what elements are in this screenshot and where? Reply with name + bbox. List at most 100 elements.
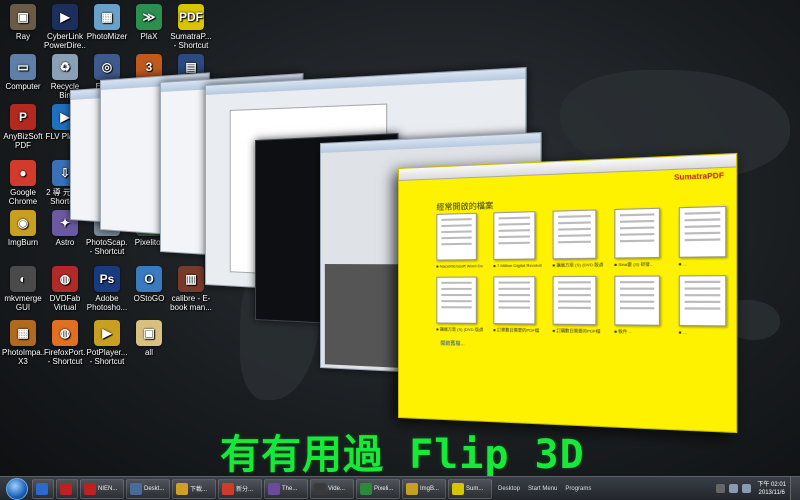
notification-area: 下午 02:01 2013/11/6 — [714, 477, 800, 500]
desktop-icon[interactable]: ◉ ImgBurn — [2, 210, 44, 247]
desktop-icon-label: PhotoMizer — [86, 32, 128, 41]
taskbar-toolbar-desktop[interactable]: Desktop — [498, 486, 520, 492]
desktop-icon-label: PlaX — [128, 32, 170, 41]
recent-file-caption[interactable]: ■ ... — [679, 329, 734, 335]
app-icon: ▶ — [52, 4, 78, 30]
recent-file-thumbnail[interactable] — [553, 276, 597, 325]
app-icon: ♻ — [52, 54, 78, 80]
recent-file-caption[interactable]: ■ 擴展方案 (S) (DVD 版)閱讀 — [436, 326, 483, 333]
taskbar-app-icon — [60, 483, 72, 495]
desktop-icon[interactable]: ● Google Chrome — [2, 160, 44, 206]
recent-file-thumbnail[interactable] — [436, 213, 476, 261]
recent-file-caption[interactable]: ■ 7 Million Digital Revolutions of Wi — [493, 263, 542, 269]
taskbar-button-label: ImgB... — [420, 486, 439, 492]
recent-file-caption[interactable]: ■ NaceMicrosoft Word Documen — [436, 263, 483, 269]
taskbar-button[interactable]: The... — [264, 479, 308, 499]
desktop-icon[interactable]: ≫ PlaX — [128, 4, 170, 41]
sumatra-open-file-link[interactable]: 開啟舊檔... — [440, 340, 464, 348]
desktop-icon-label: CyberLink PowerDire... — [44, 32, 86, 50]
recent-file-thumbnail[interactable] — [614, 208, 660, 259]
taskbar-button[interactable]: NIEN... — [80, 479, 124, 499]
taskbar-button[interactable]: Pixeli... — [356, 479, 400, 499]
recent-file-thumbnail[interactable] — [679, 275, 727, 326]
tray-volume-icon[interactable] — [742, 484, 751, 493]
app-icon: ◎ — [94, 54, 120, 80]
tray-network-icon[interactable] — [729, 484, 738, 493]
taskbar-button[interactable]: 下載... — [172, 479, 216, 499]
window-sumatra-pdf[interactable]: SumatraPDF 經常開啟的檔案 ■ NaceMicrosoft Word … — [398, 153, 737, 433]
recent-file-caption[interactable]: ■ 軟件 ... — [614, 329, 667, 336]
overlay-caption: 有有用過 Flip 3D — [220, 422, 585, 480]
desktop-icon[interactable]: ▦ PhotoImpa... X3 — [2, 320, 44, 366]
taskbar-app-icon — [84, 483, 96, 495]
taskbar-buttons: NIEN... Deskt... 下載... 新分... The... Vide... Pi… — [32, 479, 494, 499]
recent-file-caption[interactable]: ■ 擴展方案 (S) (DVD 版)閱讀 — [553, 262, 604, 269]
desktop-icon[interactable]: ▶ CyberLink PowerDire... — [44, 4, 86, 50]
desktop-icon[interactable]: ▶ PotPlayer... - Shortcut — [86, 320, 128, 366]
app-icon: ▦ — [94, 4, 120, 30]
desktop-icon-label: ImgBurn — [2, 238, 44, 247]
taskbar-button-label: Sum... — [466, 486, 483, 492]
taskbar-button-label: NIEN... — [98, 486, 117, 492]
recent-file-thumbnail[interactable] — [436, 277, 476, 324]
recent-file-caption[interactable]: ■ ... — [679, 261, 734, 267]
app-icon: ◐ — [10, 266, 36, 292]
window-titlebar — [206, 68, 525, 95]
app-icon: ◍ — [52, 266, 78, 292]
taskbar-app-icon — [406, 483, 418, 495]
taskbar-button[interactable]: 新分... — [218, 479, 262, 499]
recent-file-thumbnail[interactable] — [553, 209, 597, 259]
desktop-icon[interactable]: ▦ PhotoMizer — [86, 4, 128, 41]
taskbar-button-label: Pixeli... — [374, 486, 393, 492]
clock[interactable]: 下午 02:01 2013/11/6 — [757, 481, 786, 497]
desktop-icon-label: Google Chrome — [2, 188, 44, 206]
desktop-icon[interactable]: P AnyBizSoft PDF Conv... — [2, 104, 44, 150]
app-icon: ▥ — [178, 266, 204, 292]
taskbar-button[interactable]: Vide... — [310, 479, 354, 499]
show-desktop-button[interactable] — [790, 477, 800, 500]
taskbar-button[interactable] — [32, 479, 54, 499]
desktop-icon[interactable]: ◍ FirefoxPort... - Shortcut — [44, 320, 86, 366]
taskbar-toolbar-programs[interactable]: Programs — [565, 486, 591, 492]
desktop-icon-label: Astro — [44, 238, 86, 247]
desktop-icon[interactable]: Ps Adobe Photosho... — [86, 266, 128, 312]
recent-file-caption[interactable]: ■ Sina雷 (S) 研發... — [614, 261, 667, 268]
app-icon: ▶ — [94, 320, 120, 346]
taskbar-toolbars: Desktop Start Menu Programs — [494, 486, 595, 492]
desktop-icon[interactable]: ▭ Computer — [2, 54, 44, 91]
desktop-icon[interactable]: PDF SumatraP... - Shortcut — [170, 4, 212, 50]
taskbar-button[interactable]: Sum... — [448, 479, 492, 499]
taskbar-app-icon — [360, 483, 372, 495]
taskbar-app-icon — [130, 483, 142, 495]
desktop-icon-label: AnyBizSoft PDF Conv... — [2, 132, 44, 150]
taskbar-button[interactable]: ImgB... — [402, 479, 446, 499]
desktop-icon[interactable]: ▣ Ray — [2, 4, 44, 41]
desktop-icon-label: SumatraP... - Shortcut — [170, 32, 212, 50]
desktop-icon[interactable]: O OStoGO — [128, 266, 170, 303]
desktop-icon-label: calibre - E-book man... — [170, 294, 212, 312]
desktop-icon-label: PotPlayer... - Shortcut — [86, 348, 128, 366]
desktop-icon[interactable]: ◍ DVDFab Virtual Drive — [44, 266, 86, 312]
tray-chevron-icon[interactable] — [716, 484, 725, 493]
recent-file-caption[interactable]: ■ 訂單數目需要的PDF檔 — [493, 327, 542, 334]
start-button[interactable] — [6, 478, 28, 500]
recent-file-thumbnail[interactable] — [493, 276, 535, 324]
recent-file-caption[interactable]: ■ 訂購數目需要的PDF檔 — [553, 328, 604, 335]
app-icon: ◍ — [52, 320, 78, 346]
editor-timeline-panel — [325, 264, 405, 368]
recent-file-thumbnail[interactable] — [493, 211, 535, 260]
taskbar-toolbar-start-menu[interactable]: Start Menu — [528, 486, 557, 492]
desktop-icon[interactable]: ◐ mkvmerge GUI — [2, 266, 44, 312]
taskbar-button-label: 新分... — [236, 484, 253, 493]
app-icon: ● — [10, 160, 36, 186]
desktop-icon-label: PhotoImpa... X3 — [2, 348, 44, 366]
app-icon: PDF — [178, 4, 204, 30]
recent-file-thumbnail[interactable] — [679, 206, 727, 258]
desktop-icon-label: mkvmerge GUI — [2, 294, 44, 312]
desktop-icon-label: FirefoxPort... - Shortcut — [44, 348, 86, 366]
taskbar-button[interactable] — [56, 479, 78, 499]
recent-file-thumbnail[interactable] — [614, 276, 660, 326]
desktop-icon[interactable]: ▣ all — [128, 320, 170, 357]
sumatra-frequent-heading: 經常開啟的檔案 — [436, 200, 493, 213]
taskbar-button[interactable]: Deskt... — [126, 479, 170, 499]
